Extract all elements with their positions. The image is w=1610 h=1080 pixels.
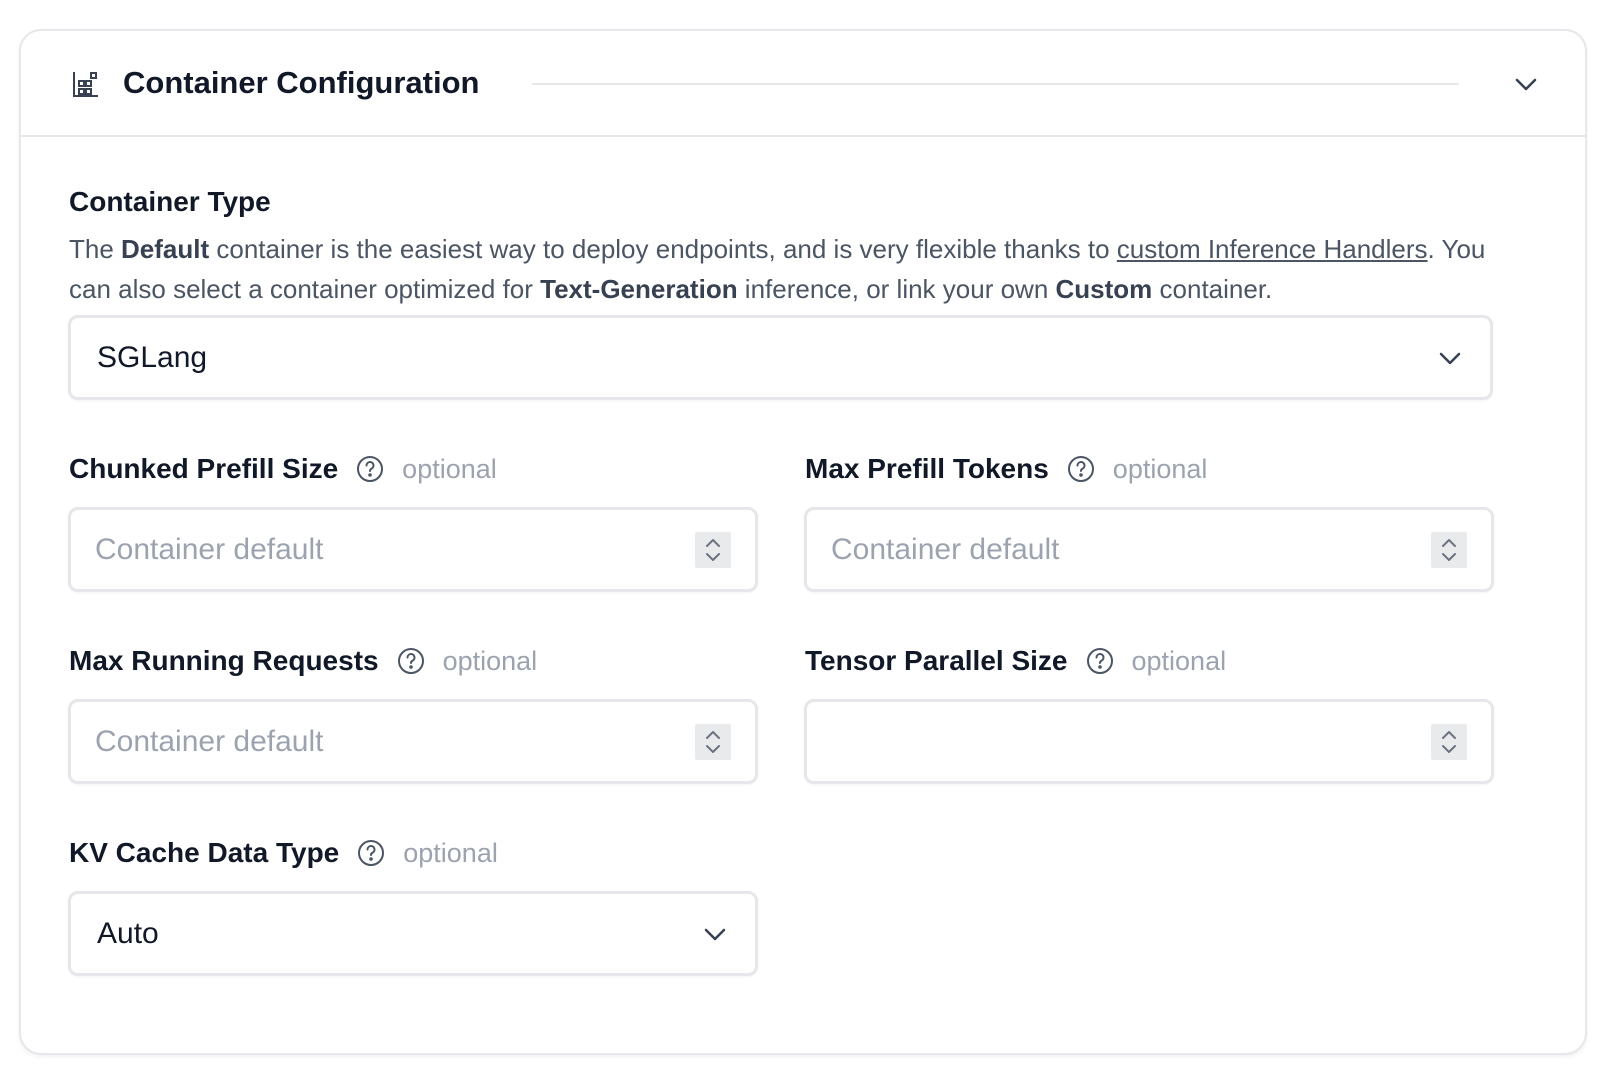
help-circle-icon[interactable] bbox=[1086, 647, 1114, 675]
kv-cache-data-type-select[interactable]: Auto bbox=[68, 891, 758, 976]
max-running-requests-label: Max Running Requests bbox=[69, 645, 379, 676]
desc-text: inference, or link your own bbox=[737, 274, 1056, 304]
chunked-prefill-size-label: Chunked Prefill Size bbox=[69, 453, 339, 484]
desc-text: container is the easiest way to deploy e… bbox=[209, 234, 1117, 264]
tensor-parallel-size-label-row: Tensor Parallel Size optional bbox=[805, 641, 1226, 681]
up-down-arrows-icon bbox=[1442, 731, 1456, 753]
optional-tag: optional bbox=[403, 837, 498, 868]
number-stepper[interactable] bbox=[1431, 724, 1467, 760]
container-type-selected-value: SGLang bbox=[97, 340, 208, 374]
max-prefill-tokens-input[interactable] bbox=[831, 522, 1391, 577]
optional-tag: optional bbox=[1131, 645, 1227, 676]
help-circle-icon[interactable] bbox=[357, 839, 385, 867]
chevron-down-icon bbox=[704, 928, 726, 940]
desc-bold-text-generation: Text-Generation bbox=[540, 274, 738, 304]
max-running-requests-field[interactable] bbox=[68, 699, 758, 784]
number-stepper[interactable] bbox=[1431, 532, 1467, 568]
desc-bold-default: Default bbox=[121, 234, 210, 264]
kv-cache-data-type-selected-value: Auto bbox=[97, 916, 159, 950]
card-header[interactable]: Container Configuration bbox=[21, 31, 1585, 137]
help-circle-icon[interactable] bbox=[356, 455, 384, 483]
custom-inference-handlers-link[interactable]: custom Inference Handlers bbox=[1117, 234, 1428, 264]
max-prefill-tokens-field[interactable] bbox=[804, 507, 1494, 592]
chunked-prefill-size-input[interactable] bbox=[95, 522, 655, 577]
tensor-parallel-size-label: Tensor Parallel Size bbox=[805, 645, 1068, 676]
chunked-prefill-size-field[interactable] bbox=[68, 507, 758, 592]
container-type-label: Container Type bbox=[69, 186, 271, 217]
number-stepper[interactable] bbox=[695, 532, 731, 568]
optional-tag: optional bbox=[1112, 453, 1208, 484]
max-running-requests-input[interactable] bbox=[95, 714, 655, 769]
kv-cache-data-type-label-row: KV Cache Data Type optional bbox=[69, 833, 498, 873]
help-circle-icon[interactable] bbox=[397, 647, 425, 675]
chunked-prefill-size-label-row: Chunked Prefill Size optional bbox=[69, 449, 497, 489]
section-header-title: Container Configuration bbox=[123, 65, 480, 100]
optional-tag: optional bbox=[402, 453, 497, 484]
kv-cache-data-type-label: KV Cache Data Type bbox=[69, 837, 340, 868]
container-grid-icon bbox=[73, 72, 98, 97]
desc-bold-custom: Custom bbox=[1055, 274, 1153, 304]
max-prefill-tokens-label-row: Max Prefill Tokens optional bbox=[805, 449, 1207, 489]
container-configuration-card: Container Configuration Container Type T… bbox=[19, 29, 1587, 1055]
tensor-parallel-size-field[interactable] bbox=[804, 699, 1494, 784]
optional-tag: optional bbox=[442, 645, 538, 676]
desc-text: The bbox=[69, 234, 122, 264]
header-divider bbox=[532, 83, 1459, 85]
container-type-select[interactable]: SGLang bbox=[68, 315, 1493, 400]
max-prefill-tokens-label: Max Prefill Tokens bbox=[805, 453, 1049, 484]
number-stepper[interactable] bbox=[695, 724, 731, 760]
container-type-description: The Default container is the easiest way… bbox=[69, 229, 1529, 309]
desc-text: container. bbox=[1152, 274, 1273, 304]
up-down-arrows-icon bbox=[1442, 539, 1456, 561]
chevron-down-icon bbox=[1439, 352, 1461, 364]
chevron-down-icon[interactable] bbox=[1511, 69, 1541, 99]
up-down-arrows-icon bbox=[706, 731, 720, 753]
up-down-arrows-icon bbox=[706, 539, 720, 561]
tensor-parallel-size-input[interactable] bbox=[831, 714, 1391, 769]
max-running-requests-label-row: Max Running Requests optional bbox=[69, 641, 537, 681]
help-circle-icon[interactable] bbox=[1067, 455, 1095, 483]
